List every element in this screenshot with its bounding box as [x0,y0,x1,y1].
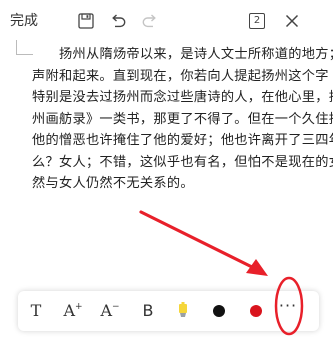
font-size-decrease-button[interactable]: A− [98,299,122,323]
text-style-button[interactable]: T [24,299,48,323]
document-body[interactable]: 扬州从隋炀帝以来，是诗人文士所称道的地方； 声附和起来。直到现在，你若向人提起扬… [32,44,333,194]
font-size-increase-button[interactable]: A+ [61,299,85,323]
more-options-button[interactable]: ··· [278,298,298,318]
doc-line: 特别是没去过扬州而念过些唐诗的人，在他心里，扬 [32,90,333,105]
top-toolbar: 完成 2 [0,0,333,42]
doc-line: 声附和起来。直到现在，你若向人提起扬州这个字 [32,68,329,84]
color-black-swatch[interactable] [213,305,225,317]
bold-button[interactable]: B [136,299,160,323]
doc-line: 扬州从隋炀帝以来，是诗人文士所称道的地方； [59,47,333,62]
paragraph-indent-marker [16,40,33,55]
page-count-icon[interactable]: 2 [249,13,265,29]
page-count-value: 2 [253,15,261,26]
highlighter-icon[interactable] [176,301,190,321]
doc-line: 然与女人仍然不无关系的。 [32,176,194,191]
doc-line: 州画舫录》一类书，那更了不得了。但在一个久住扬州 [32,111,333,127]
format-toolbar: T A+ A− B [18,291,319,331]
color-red-swatch[interactable] [250,305,262,317]
close-icon[interactable] [283,12,301,30]
done-button[interactable]: 完成 [10,12,38,30]
redo-icon[interactable] [141,12,159,30]
doc-line: 他的憎恶也许掩住了他的爱好；他也许离开了三四年 [32,133,333,148]
save-icon[interactable] [77,12,95,30]
undo-icon[interactable] [109,12,127,30]
doc-line: 么？女人；不错，这似乎也有名，但怕不是现在的女 [32,154,333,170]
